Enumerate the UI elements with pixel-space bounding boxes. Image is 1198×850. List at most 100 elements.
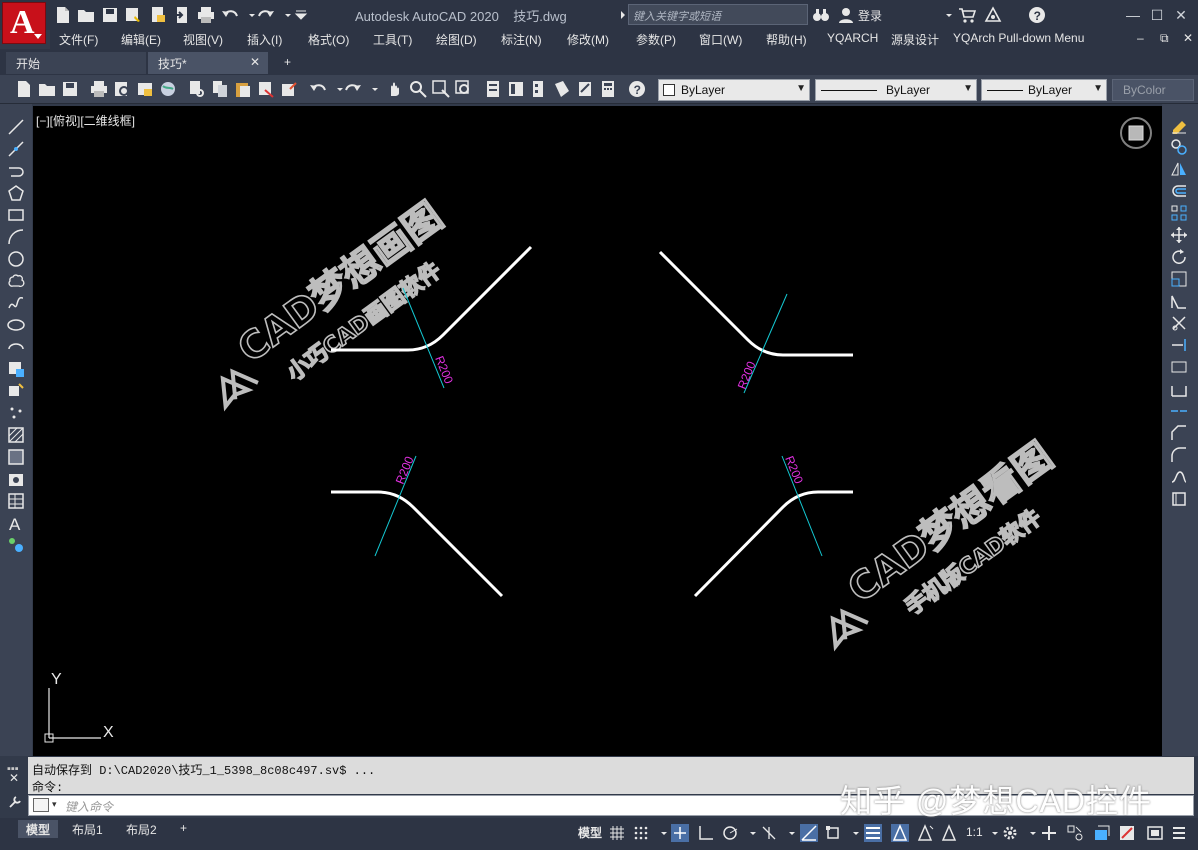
block-editor-icon[interactable]: [280, 80, 298, 98]
array-icon[interactable]: [1170, 204, 1188, 222]
help-icon[interactable]: ?: [1028, 6, 1046, 24]
save-as-icon[interactable]: [124, 6, 142, 24]
break-at-point-icon[interactable]: [1170, 358, 1188, 376]
undo-dropdown-icon[interactable]: [243, 6, 255, 24]
add-layout-button[interactable]: +: [172, 820, 195, 838]
binoculars-icon[interactable]: [812, 6, 830, 24]
menu-yqarch[interactable]: YQARCH: [827, 31, 878, 45]
annotation-monitor-icon[interactable]: [1040, 824, 1058, 842]
calculator-icon[interactable]: [599, 80, 617, 98]
layout-tab-model[interactable]: 模型: [18, 820, 59, 838]
zoom-realtime-icon[interactable]: [409, 80, 427, 98]
explode-icon[interactable]: [1170, 490, 1188, 508]
ellipse-arc-icon[interactable]: [7, 338, 25, 356]
point-icon[interactable]: [7, 404, 25, 422]
application-menu-button[interactable]: A: [2, 2, 46, 44]
annotation-scale-icon[interactable]: [940, 824, 958, 842]
tab-document[interactable]: 技巧* ✕: [148, 52, 268, 74]
menu-dimension[interactable]: 标注(N): [501, 31, 542, 48]
publish-toolbar-icon[interactable]: [136, 80, 154, 98]
rectangle-icon[interactable]: [7, 206, 25, 224]
polygon-icon[interactable]: [7, 184, 25, 202]
isolate-objects-icon[interactable]: [1118, 824, 1136, 842]
menu-insert[interactable]: 插入(I): [247, 31, 282, 48]
sign-in-label[interactable]: 登录: [858, 7, 882, 24]
help-toolbar-icon[interactable]: ?: [628, 80, 646, 98]
save-icon[interactable]: [101, 6, 119, 24]
menu-window[interactable]: 窗口(W): [699, 31, 742, 48]
scale-dropdown-icon[interactable]: [986, 824, 998, 842]
save-toolbar-icon[interactable]: [61, 80, 79, 98]
tool-palettes-icon[interactable]: [530, 80, 548, 98]
pan-icon[interactable]: [386, 80, 404, 98]
copy-object-icon[interactable]: [1170, 138, 1188, 156]
new-tab-button[interactable]: +: [276, 52, 302, 74]
plot-icon[interactable]: [197, 6, 215, 24]
paste-icon[interactable]: [234, 80, 252, 98]
menu-yqarch-pulldown[interactable]: YQArch Pull-down Menu: [953, 31, 1084, 45]
revision-cloud-icon[interactable]: [7, 272, 25, 290]
object-snap-icon[interactable]: [824, 824, 842, 842]
layer-color-select[interactable]: ByLayer ▼: [658, 79, 810, 101]
rotate-icon[interactable]: [1170, 248, 1188, 266]
redo-icon[interactable]: [257, 6, 275, 24]
menu-edit[interactable]: 编辑(E): [121, 31, 161, 48]
command-close-icon[interactable]: ✕: [9, 771, 19, 785]
polar-tracking-icon[interactable]: [721, 824, 739, 842]
hatch-icon[interactable]: [7, 426, 25, 444]
stretch-icon[interactable]: [1170, 292, 1188, 310]
auto-scale-icon[interactable]: [916, 824, 934, 842]
blend-curves-icon[interactable]: [1170, 468, 1188, 486]
minimize-icon[interactable]: —: [1122, 4, 1144, 26]
quick-properties-icon[interactable]: [1093, 824, 1111, 842]
scale-icon[interactable]: [1170, 270, 1188, 288]
snap-dropdown-icon[interactable]: [655, 824, 667, 842]
maximize-icon[interactable]: ☐: [1146, 4, 1168, 26]
drawing-canvas[interactable]: [−][俯视][二维线框] CAD梦想画图 小巧CAD画图软件 CAD梦想看图 …: [33, 106, 1162, 756]
arc-icon[interactable]: [7, 228, 25, 246]
web-icon[interactable]: [159, 80, 177, 98]
workspace-dropdown-icon[interactable]: [1024, 824, 1036, 842]
annotation-scale-value[interactable]: 1:1: [966, 825, 983, 839]
line-icon[interactable]: [7, 118, 25, 136]
undo-toolbar-icon[interactable]: [309, 80, 327, 98]
customization-menu-icon[interactable]: [1170, 824, 1188, 842]
menu-tools[interactable]: 工具(T): [373, 31, 412, 48]
offset-icon[interactable]: [1170, 182, 1188, 200]
plot-preview-icon[interactable]: [113, 80, 131, 98]
snap-mode-icon[interactable]: [632, 824, 650, 842]
search-expand-icon[interactable]: [614, 6, 625, 24]
erase-icon[interactable]: [1170, 116, 1188, 134]
menu-file[interactable]: 文件(F): [59, 31, 98, 48]
move-icon[interactable]: [1170, 226, 1188, 244]
polar-dropdown-icon[interactable]: [744, 824, 756, 842]
properties-icon[interactable]: [484, 80, 502, 98]
ellipse-icon[interactable]: [7, 316, 25, 334]
construction-line-icon[interactable]: [7, 140, 25, 158]
make-block-icon[interactable]: [7, 382, 25, 400]
lineweight-toggle-icon[interactable]: [864, 824, 882, 842]
publish-icon[interactable]: [149, 6, 167, 24]
add-selected-icon[interactable]: [7, 536, 25, 554]
open-folder-icon[interactable]: [77, 6, 95, 24]
layout-tab-2[interactable]: 布局2: [118, 820, 165, 838]
redo-dropdown-icon[interactable]: [279, 6, 291, 24]
zoom-window-icon[interactable]: [432, 80, 450, 98]
undo-icon[interactable]: [221, 6, 239, 24]
export-icon[interactable]: [173, 6, 191, 24]
break-icon[interactable]: [1170, 380, 1188, 398]
clean-screen-icon[interactable]: [1146, 824, 1164, 842]
menu-parametric[interactable]: 参数(P): [636, 31, 676, 48]
trim-icon[interactable]: [1170, 314, 1188, 332]
isometric-drafting-icon[interactable]: [760, 824, 778, 842]
new-icon[interactable]: [15, 80, 33, 98]
menu-help[interactable]: 帮助(H): [766, 31, 807, 48]
open-icon[interactable]: [38, 80, 56, 98]
design-center-icon[interactable]: [507, 80, 525, 98]
close-window-icon[interactable]: ✕: [1170, 4, 1192, 26]
linetype-select[interactable]: ByLayer ▼: [815, 79, 977, 101]
tab-close-icon[interactable]: ✕: [250, 55, 260, 69]
tab-start[interactable]: 开始: [6, 52, 146, 74]
a360-icon[interactable]: [984, 6, 1002, 24]
region-icon[interactable]: [7, 470, 25, 488]
